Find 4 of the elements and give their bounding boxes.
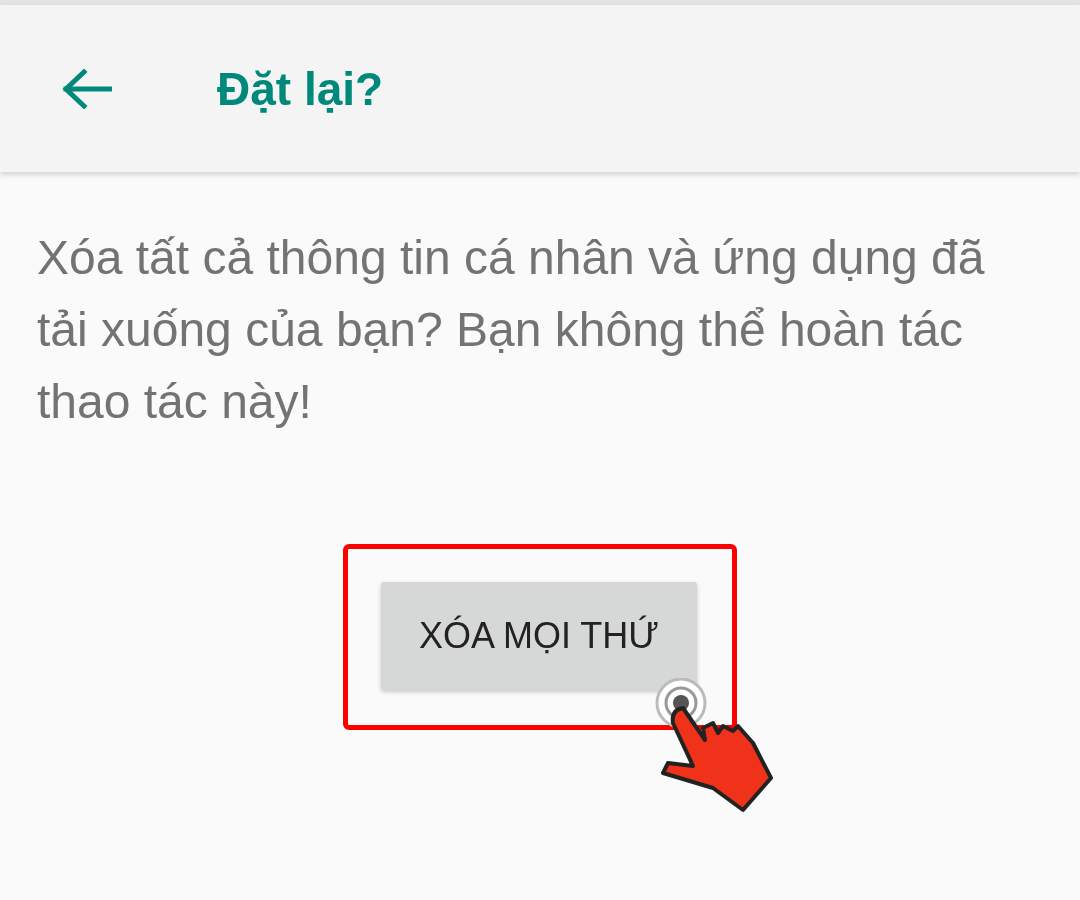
screen-title: Đặt lại? (217, 61, 384, 116)
message-text: Xóa tất cả thông tin cá nhân và ứng dụng đã tải xuống của bạn? Bạn không thể hoàn tác thao tác này! (37, 230, 986, 430)
erase-button[interactable]: XÓA MỌI THỨ (381, 582, 697, 690)
back-arrow-icon[interactable] (60, 68, 112, 109)
